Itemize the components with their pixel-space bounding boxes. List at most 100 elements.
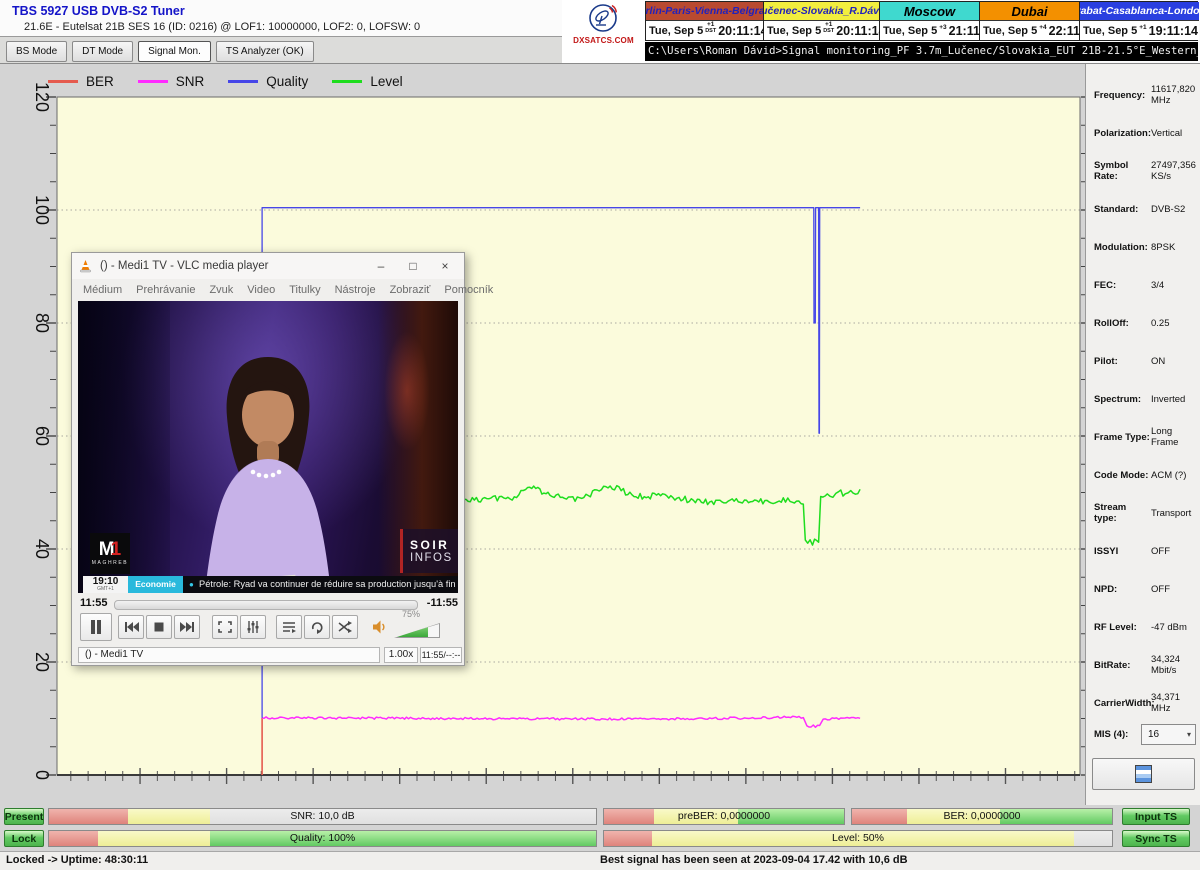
tab-signal-mon-[interactable]: Signal Mon.	[138, 41, 211, 62]
param-row: RF Level:-47 dBm	[1086, 608, 1200, 646]
logo-caption: DXSATCS.COM	[562, 36, 645, 45]
app-title: TBS 5927 USB DVB-S2 Tuner	[12, 4, 185, 18]
param-label: RF Level:	[1094, 622, 1151, 633]
svg-text:100: 100	[32, 195, 52, 225]
param-value: Transport	[1151, 508, 1191, 519]
bar-text: BER: 0,0000000	[852, 809, 1112, 824]
input-ts-indicator[interactable]: Input TS	[1122, 808, 1190, 825]
shuffle-icon	[338, 621, 352, 633]
pause-button[interactable]	[80, 613, 112, 641]
ticker-clock: 19:10 GMT+1	[83, 576, 128, 593]
loop-icon	[310, 621, 324, 634]
app-window: TBS 5927 USB DVB-S2 Tuner 21.6E - Eutels…	[0, 0, 1200, 870]
param-label: Pilot:	[1094, 356, 1151, 367]
menu-video[interactable]: Video	[240, 279, 282, 301]
menu-zvuk[interactable]: Zvuk	[202, 279, 240, 301]
maximize-button[interactable]: □	[402, 259, 424, 273]
menu-pomocn-k[interactable]: Pomocník	[437, 279, 500, 301]
playlist-button[interactable]	[276, 615, 302, 639]
minimize-button[interactable]: –	[370, 259, 392, 273]
previous-button[interactable]	[118, 615, 144, 639]
level-bar: Level: 50%	[603, 830, 1113, 847]
clock-time: Tue, Sep 5+119:11:14	[1080, 21, 1199, 40]
vlc-controls: 75%	[72, 613, 464, 645]
utc-offset: +3	[939, 25, 946, 31]
param-row: BitRate:34,324 Mbit/s	[1086, 646, 1200, 684]
stack-icon	[1135, 765, 1152, 783]
vlc-titlebar[interactable]: () - Medi1 TV - VLC media player – □ ×	[72, 253, 464, 279]
param-row: Spectrum:Inverted	[1086, 380, 1200, 418]
bar-text: preBER: 0,0000000	[604, 809, 844, 824]
previous-icon	[124, 621, 139, 633]
status-bars-panel: Present SNR: 10,0 dB preBER: 0,0000000 B…	[0, 805, 1200, 851]
param-value: 8PSK	[1151, 242, 1175, 253]
dxsatcs-logo: DXSATCS.COM	[562, 0, 645, 63]
equalizer-icon	[246, 620, 260, 634]
ticker-category: Economie	[128, 576, 183, 593]
clock-date: Tue, Sep 5	[649, 25, 703, 37]
param-label: FEC:	[1094, 280, 1151, 291]
volume-percentage: 75%	[402, 609, 420, 619]
shuffle-button[interactable]	[332, 615, 358, 639]
clock-city: Moscow	[880, 2, 979, 21]
playlist-icon	[282, 621, 296, 633]
param-row: Modulation:8PSK	[1086, 228, 1200, 266]
tab-bs-mode[interactable]: BS Mode	[6, 41, 67, 62]
clock-offset: +1DST	[823, 22, 834, 34]
next-button[interactable]	[174, 615, 200, 639]
param-value: Inverted	[1151, 394, 1185, 405]
sync-ts-indicator[interactable]: Sync TS	[1122, 830, 1190, 847]
tab-dt-mode[interactable]: DT Mode	[72, 41, 133, 62]
bar-text: Quality: 100%	[49, 831, 596, 846]
svg-text:40: 40	[32, 539, 52, 559]
loop-button[interactable]	[304, 615, 330, 639]
param-value: Long Frame	[1151, 426, 1196, 448]
equalizer-button[interactable]	[240, 615, 266, 639]
buffer-button[interactable]	[1092, 758, 1195, 790]
clock-offset: +3	[939, 25, 946, 31]
time-status[interactable]: 11:55/--:--	[420, 647, 462, 663]
volume-fill	[395, 624, 428, 637]
mis-value: 16	[1148, 729, 1159, 740]
menu-zobrazi-[interactable]: Zobraziť	[383, 279, 438, 301]
menu-prehr-vanie[interactable]: Prehrávanie	[129, 279, 202, 301]
fullscreen-button[interactable]	[212, 615, 238, 639]
clock-4: DubaiTue, Sep 5+422:11:14	[980, 2, 1080, 40]
vlc-video-area[interactable]: M 1 MAGHREB SOIR INFOS 19:10 GMT+1 Econo…	[78, 301, 458, 593]
clock-hhmmss: 20:11:14	[718, 24, 767, 38]
vlc-status-row: () - Medi1 TV 1.00x 11:55/--:--	[72, 647, 464, 663]
param-label: ISSYI	[1094, 546, 1151, 557]
menu-m-dium[interactable]: Médium	[76, 279, 129, 301]
svg-text:60: 60	[32, 426, 52, 446]
param-label: Symbol Rate:	[1094, 160, 1151, 182]
studio-right-glow	[384, 331, 430, 451]
param-row: Pilot:ON	[1086, 342, 1200, 380]
seek-slider[interactable]	[114, 600, 418, 610]
mis-dropdown[interactable]: 16 ▾	[1141, 724, 1196, 745]
menu-titulky[interactable]: Titulky	[282, 279, 327, 301]
ber-bar: BER: 0,0000000	[851, 808, 1113, 825]
param-value: ACM (?)	[1151, 470, 1186, 481]
stop-button[interactable]	[146, 615, 172, 639]
quality-bar: Quality: 100%	[48, 830, 597, 847]
tab-ts-analyzer-ok-[interactable]: TS Analyzer (OK)	[216, 41, 314, 62]
ticker-bullet-icon: ●	[189, 576, 194, 593]
vlc-menubar: MédiumPrehrávanieZvukVideoTitulkyNástroj…	[72, 279, 464, 301]
world-clocks: Berlin-Paris-Vienna-BelgradeTue, Sep 5+1…	[645, 1, 1198, 41]
svg-text:120: 120	[32, 82, 52, 112]
param-value: OFF	[1151, 584, 1170, 595]
clock-offset: +1	[1139, 25, 1146, 31]
vlc-cone-icon	[79, 259, 92, 273]
menu-n-stroje[interactable]: Nástroje	[328, 279, 383, 301]
news-anchor	[148, 341, 388, 593]
present-indicator[interactable]: Present	[4, 808, 44, 825]
news-ticker: ● Pétrole: Ryad va continuer de réduire …	[183, 576, 458, 593]
clock-time: Tue, Sep 5+1DST20:11:14	[764, 21, 879, 40]
lock-indicator[interactable]: Lock	[4, 830, 44, 847]
close-button[interactable]: ×	[434, 259, 456, 273]
medi1-channel-logo: M 1 MAGHREB	[90, 533, 130, 574]
playback-rate[interactable]: 1.00x	[384, 647, 418, 663]
speaker-icon[interactable]	[372, 619, 388, 635]
volume-slider[interactable]	[394, 623, 440, 638]
snr-bar: SNR: 10,0 dB	[48, 808, 597, 825]
